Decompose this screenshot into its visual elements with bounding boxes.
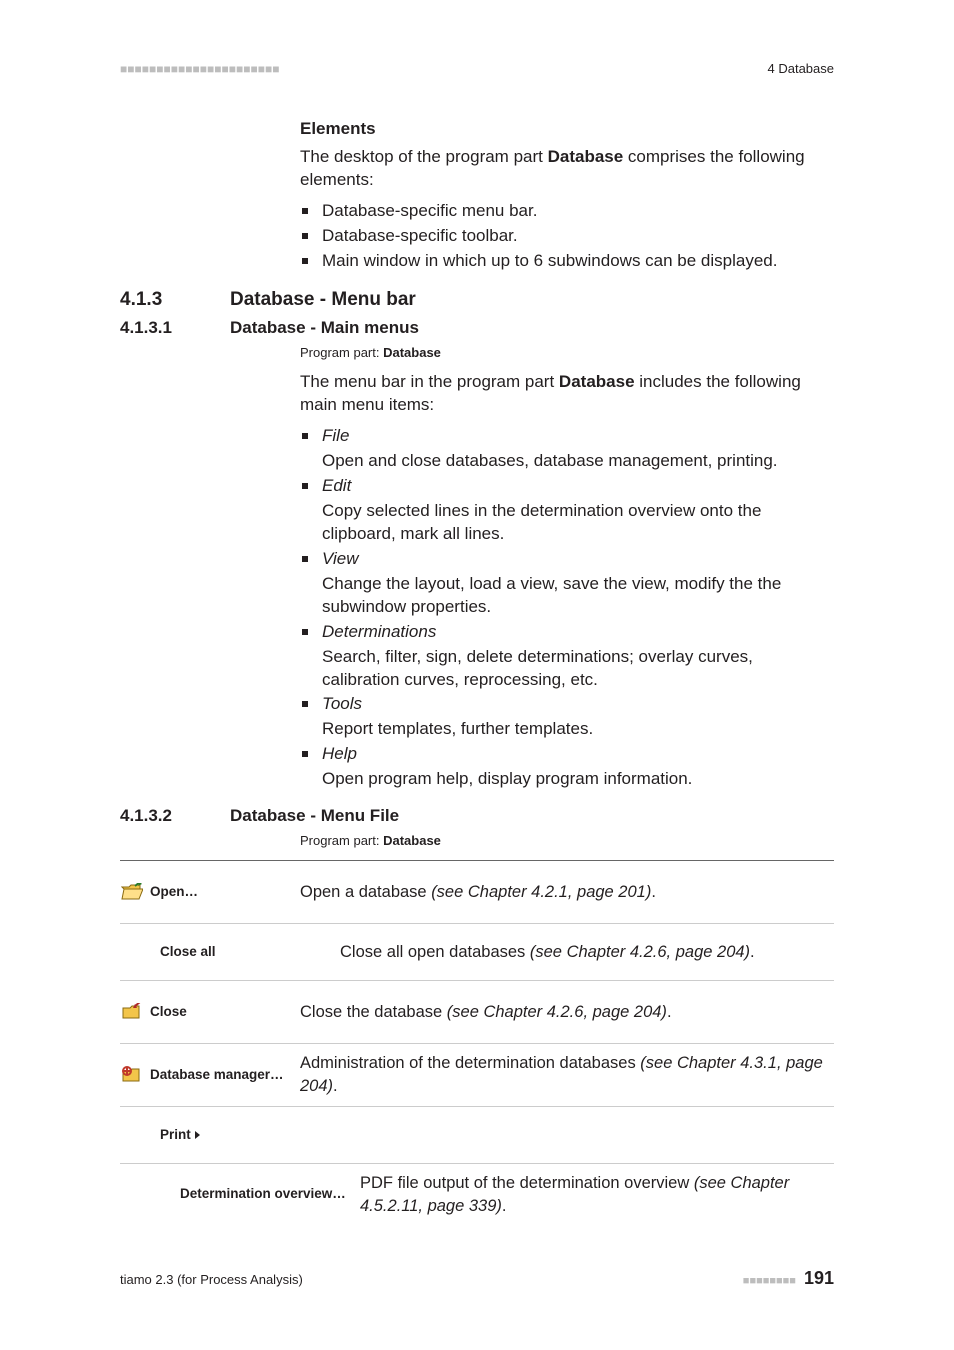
desc-post: . xyxy=(333,1077,338,1095)
db-manager-icon xyxy=(120,1065,144,1085)
row-open-label: Open… xyxy=(150,884,198,900)
row-detov-left: Determination overview… xyxy=(120,1186,360,1203)
menu-desc: Open and close databases, database manag… xyxy=(322,450,834,473)
row-close-label: Close xyxy=(150,1004,187,1020)
elements-intro-bold: Database xyxy=(548,147,624,166)
program-part-label: Program part: xyxy=(300,833,383,848)
menu-name: File xyxy=(322,426,349,445)
program-part-label: Program part: xyxy=(300,345,383,360)
section-413-title: Database - Menu bar xyxy=(230,287,416,313)
elements-section: Elements The desktop of the program part… xyxy=(300,118,834,274)
menu-file-table: Open… Open a database (see Chapter 4.2.1… xyxy=(120,860,834,1226)
main-menus-intro-bold: Database xyxy=(559,372,635,391)
desc-pre: Administration of the determination data… xyxy=(300,1054,640,1072)
row-closeall-left: Close all xyxy=(120,944,340,960)
desc-post: . xyxy=(667,1003,672,1021)
footer-page-number: 191 xyxy=(804,1266,834,1290)
table-row: Close Close the database (see Chapter 4.… xyxy=(120,981,834,1044)
menu-desc: Open program help, display program infor… xyxy=(322,768,834,791)
main-menus-body: The menu bar in the program part Databas… xyxy=(300,371,834,791)
header-chapter: 4 Database xyxy=(768,60,835,78)
desc-ref: (see Chapter 4.2.6, page 204) xyxy=(447,1003,667,1021)
desc-post: . xyxy=(651,883,656,901)
close-folder-icon xyxy=(120,1002,144,1022)
row-open-desc: Open a database (see Chapter 4.2.1, page… xyxy=(300,881,834,903)
menu-desc: Search, filter, sign, delete determinati… xyxy=(322,646,834,692)
row-close-left: Close xyxy=(120,1002,300,1022)
menu-name: Help xyxy=(322,744,357,763)
menu-item-view: View Change the layout, load a view, sav… xyxy=(300,548,834,619)
section-413-num: 4.1.3 xyxy=(120,287,230,313)
table-row: Open… Open a database (see Chapter 4.2.1… xyxy=(120,861,834,924)
desc-ref: (see Chapter 4.2.1, page 201) xyxy=(431,883,651,901)
row-dbmgr-desc: Administration of the determination data… xyxy=(300,1052,834,1097)
elements-intro-pre: The desktop of the program part xyxy=(300,147,548,166)
header-dots: ■■■■■■■■■■■■■■■■■■■■■■ xyxy=(120,61,279,77)
menu-desc: Copy selected lines in the determination… xyxy=(322,500,834,546)
table-row: Close all Close all open databases (see … xyxy=(120,924,834,981)
table-row: Print xyxy=(120,1107,834,1164)
section-4132: 4.1.3.2 Database - Menu File xyxy=(120,805,834,828)
row-detov-label: Determination overview… xyxy=(180,1186,346,1201)
menu-name: Determinations xyxy=(322,622,436,641)
desc-pre: Close the database xyxy=(300,1003,447,1021)
section-4131-num: 4.1.3.1 xyxy=(120,317,230,340)
row-print-label: Print xyxy=(160,1127,200,1143)
row-dbmgr-left: Database manager… xyxy=(120,1065,300,1085)
main-menus-intro-pre: The menu bar in the program part xyxy=(300,372,559,391)
open-folder-icon xyxy=(120,882,144,902)
menu-item-help: Help Open program help, display program … xyxy=(300,743,834,791)
menu-item-determinations: Determinations Search, filter, sign, del… xyxy=(300,621,834,692)
footer-dots: ■■■■■■■■ xyxy=(743,1274,796,1289)
desc-ref: (see Chapter 4.2.6, page 204) xyxy=(530,943,750,961)
row-dbmgr-label: Database manager… xyxy=(150,1067,284,1083)
row-close-desc: Close the database (see Chapter 4.2.6, p… xyxy=(300,1001,834,1023)
menu-item-file: File Open and close databases, database … xyxy=(300,425,834,473)
menu-list: File Open and close databases, database … xyxy=(300,425,834,791)
program-part-4131: Program part: Database xyxy=(300,344,834,362)
elements-item: Main window in which up to 6 subwindows … xyxy=(300,250,834,273)
menu-item-edit: Edit Copy selected lines in the determin… xyxy=(300,475,834,546)
section-4132-num: 4.1.3.2 xyxy=(120,805,230,828)
menu-item-tools: Tools Report templates, further template… xyxy=(300,693,834,741)
elements-intro: The desktop of the program part Database… xyxy=(300,146,834,192)
program-part-value: Database xyxy=(383,833,441,848)
elements-heading: Elements xyxy=(300,118,834,141)
menu-desc: Change the layout, load a view, save the… xyxy=(322,573,834,619)
desc-pre: Close all open databases xyxy=(340,943,530,961)
section-4132-title: Database - Menu File xyxy=(230,805,399,828)
desc-pre: PDF file output of the determination ove… xyxy=(360,1174,694,1192)
section-413: 4.1.3 Database - Menu bar xyxy=(120,287,834,313)
table-row: Database manager… Administration of the … xyxy=(120,1044,834,1107)
desc-pre: Open a database xyxy=(300,883,431,901)
program-part-4132: Program part: Database xyxy=(300,832,834,850)
desc-post: . xyxy=(750,943,755,961)
page-header: ■■■■■■■■■■■■■■■■■■■■■■ 4 Database xyxy=(120,60,834,78)
program-part-value: Database xyxy=(383,345,441,360)
elements-item: Database-specific menu bar. xyxy=(300,200,834,223)
row-open-left: Open… xyxy=(120,882,300,902)
page-footer: tiamo 2.3 (for Process Analysis) ■■■■■■■… xyxy=(120,1266,834,1290)
menu-name: Edit xyxy=(322,476,351,495)
footer-left: tiamo 2.3 (for Process Analysis) xyxy=(120,1271,303,1289)
menu-name: Tools xyxy=(322,694,362,713)
row-closeall-label: Close all xyxy=(160,944,216,960)
row-closeall-desc: Close all open databases (see Chapter 4.… xyxy=(340,941,834,963)
menu-name: View xyxy=(322,549,359,568)
elements-list: Database-specific menu bar. Database-spe… xyxy=(300,200,834,273)
menu-desc: Report templates, further templates. xyxy=(322,718,834,741)
main-menus-intro: The menu bar in the program part Databas… xyxy=(300,371,834,417)
table-row: Determination overview… PDF file output … xyxy=(120,1164,834,1226)
desc-post: . xyxy=(502,1197,507,1215)
elements-item: Database-specific toolbar. xyxy=(300,225,834,248)
row-detov-desc: PDF file output of the determination ove… xyxy=(360,1172,834,1217)
section-4131-title: Database - Main menus xyxy=(230,317,419,340)
row-print-left: Print xyxy=(120,1127,340,1143)
section-4131: 4.1.3.1 Database - Main menus xyxy=(120,317,834,340)
